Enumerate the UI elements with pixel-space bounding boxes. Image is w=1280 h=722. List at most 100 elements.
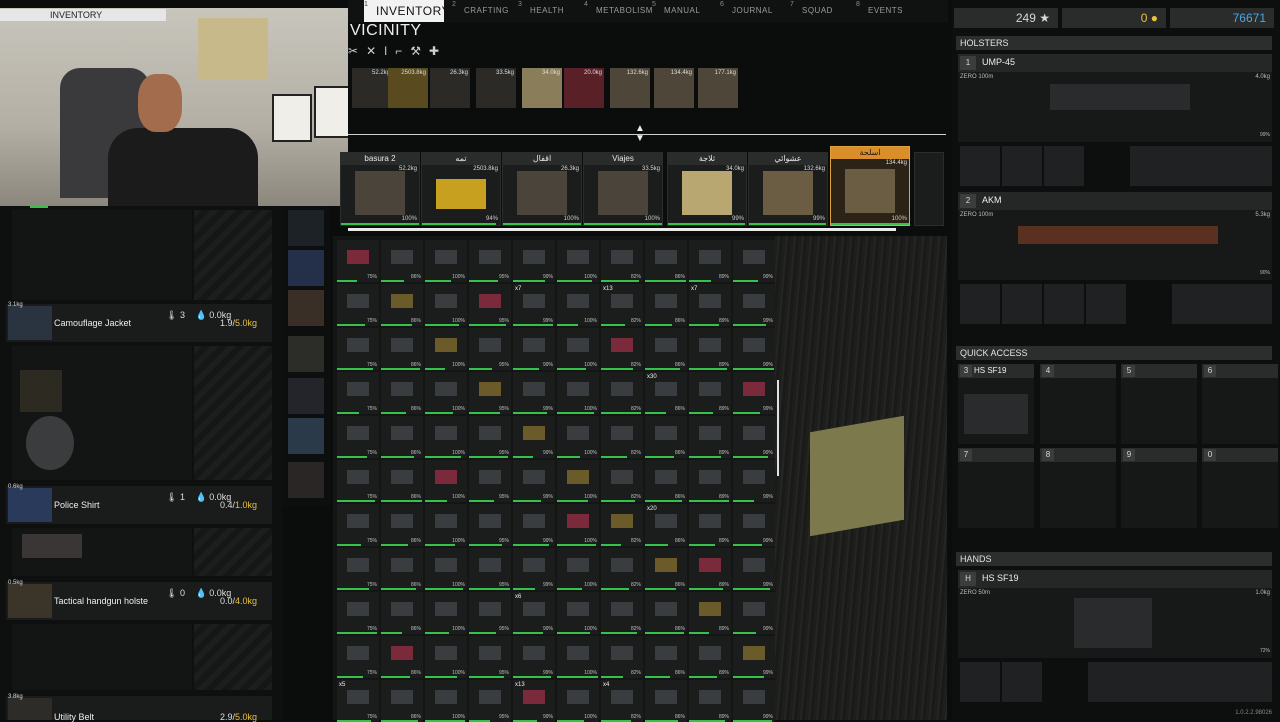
clothing-slot[interactable] [288, 210, 324, 246]
grid-item-slot[interactable]: 82% [601, 372, 643, 414]
holster-storage[interactable] [12, 624, 192, 690]
quick-access-slot-0[interactable]: 0 [1202, 448, 1278, 528]
grid-item-slot[interactable]: 100% [425, 284, 467, 326]
quick-access-slot-8[interactable]: 8 [1040, 448, 1116, 528]
clothing-slot[interactable] [288, 250, 324, 286]
vicinity-row-item[interactable]: 2503.8kg [388, 68, 428, 108]
grid-item-slot[interactable]: 95% [469, 636, 511, 678]
grid-item-slot[interactable]: 86% [645, 416, 687, 458]
grid-item-slot[interactable]: 100% [425, 504, 467, 546]
grid-item-slot[interactable]: 86% [381, 680, 423, 722]
grid-item-slot[interactable]: 82% [601, 636, 643, 678]
grid-item-slot[interactable]: 99% [733, 504, 775, 546]
grid-item-slot[interactable]: 89% [689, 416, 731, 458]
grid-item-slot[interactable]: 86% [645, 592, 687, 634]
attachment-red-dot[interactable] [1002, 146, 1042, 186]
grid-item-slot[interactable]: 82% [601, 240, 643, 282]
grid-item-slot[interactable]: 75% [337, 284, 379, 326]
clothing-slot[interactable] [288, 418, 324, 454]
quick-access-slot-9[interactable]: 9 [1121, 448, 1197, 528]
quick-access-slot-3[interactable]: 3 HS SF19 [958, 364, 1034, 444]
empty-slot[interactable] [194, 346, 272, 480]
grid-item-slot[interactable]: 82% [601, 504, 643, 546]
grid-item-slot[interactable]: 86% [381, 240, 423, 282]
attachment-scope[interactable] [1002, 284, 1042, 324]
empty-attachment-slot[interactable] [1088, 662, 1272, 702]
grid-item-slot[interactable]: 75% [337, 460, 379, 502]
grid-item-slot[interactable]: 86% [381, 636, 423, 678]
storage-area[interactable] [12, 210, 192, 300]
attachment-laser[interactable] [960, 662, 1000, 702]
grid-item-slot[interactable]: 75% [337, 548, 379, 590]
grid-item-slot[interactable]: 99% x7 [513, 284, 555, 326]
vicinity-row-item[interactable]: 20.0kg [564, 68, 604, 108]
grid-item-slot[interactable]: 99% [733, 548, 775, 590]
grid-item-slot[interactable]: 100% [557, 460, 599, 502]
grid-item-slot[interactable]: 86% x20 [645, 504, 687, 546]
grid-item-slot[interactable]: 75% [337, 328, 379, 370]
grid-item-slot[interactable]: 100% [425, 416, 467, 458]
attachment-drum-magazine[interactable] [1086, 284, 1126, 324]
attachment-magazine[interactable] [1044, 146, 1084, 186]
grid-item-slot[interactable]: 86% [645, 240, 687, 282]
grid-item-slot[interactable]: 86% [645, 548, 687, 590]
grid-item-slot[interactable]: 100% [557, 284, 599, 326]
grid-item-slot[interactable]: 86% [381, 328, 423, 370]
tab-squad[interactable]: 7 SQUAD [790, 0, 850, 22]
empty-attachment-slot[interactable] [1172, 284, 1272, 324]
add-icon[interactable]: ✚ [429, 44, 447, 58]
grid-item-slot[interactable]: 100% [425, 636, 467, 678]
grid-item-slot[interactable]: 100% [425, 460, 467, 502]
grid-item-slot[interactable]: 99% [733, 636, 775, 678]
grid-item-slot[interactable]: 95% [469, 592, 511, 634]
empty-slot[interactable] [194, 528, 272, 576]
grid-item-slot[interactable]: 89% [689, 680, 731, 722]
grid-item-slot[interactable]: 99% [733, 592, 775, 634]
cross-tools-icon[interactable]: ✕ [366, 44, 384, 58]
grid-item-slot[interactable]: 86% x30 [645, 372, 687, 414]
grid-item-slot[interactable]: 99% [513, 240, 555, 282]
grid-item-slot[interactable]: 99% [513, 548, 555, 590]
clothing-slot[interactable] [288, 378, 324, 414]
grid-item-slot[interactable]: 89% [689, 504, 731, 546]
grid-item-slot[interactable]: 86% [381, 416, 423, 458]
container-fridge[interactable]: ثلاجة 34.0kg 99% [667, 152, 747, 226]
grid-item-slot[interactable]: 99% x13 [513, 680, 555, 722]
grid-item-slot[interactable]: 86% [381, 592, 423, 634]
grid-item-slot[interactable]: 75% [337, 636, 379, 678]
tab-crafting[interactable]: 2 CRAFTING [452, 0, 512, 22]
scissors-icon[interactable]: ✂ [348, 44, 366, 58]
vicinity-row-item[interactable]: 34.0kg [522, 68, 562, 108]
container-vehicle[interactable]: تمه 2503.8kg 94% [421, 152, 501, 226]
pistol-icon[interactable]: ⌐ [395, 44, 410, 58]
grid-item-slot[interactable]: 100% [557, 504, 599, 546]
empty-slot[interactable] [194, 210, 272, 300]
grid-item-slot[interactable]: 86% [381, 284, 423, 326]
grid-item-slot[interactable]: 100% [557, 372, 599, 414]
grid-item-slot[interactable]: 99% [733, 328, 775, 370]
grid-item-slot[interactable]: 89% [689, 592, 731, 634]
grid-item-slot[interactable]: 100% [557, 636, 599, 678]
grid-item-slot[interactable]: 99% [513, 636, 555, 678]
tab-journal[interactable]: 6 JOURNAL [720, 0, 780, 22]
gear-camouflage-jacket[interactable]: 3.1kg Camouflage Jacket 🌡 3 💧 0.0kg 1.9/… [6, 302, 272, 342]
grid-item-slot[interactable]: 86% [645, 460, 687, 502]
grid-item-slot[interactable]: 99% [733, 416, 775, 458]
grid-item-slot[interactable]: 86% [645, 284, 687, 326]
empty-attachment-slot[interactable] [1130, 146, 1272, 186]
grid-item-slot[interactable]: 95% [469, 460, 511, 502]
vicinity-scrollbar[interactable] [348, 228, 896, 231]
grid-item-slot[interactable]: 75% [337, 592, 379, 634]
wrench-icon[interactable]: ⚒ [410, 44, 429, 58]
grid-item-slot[interactable]: 82% [601, 460, 643, 502]
gear-police-shirt[interactable]: 0.6kg Police Shirt 🌡 1 💧 0.0kg 0.4/1.0kg [6, 484, 272, 524]
clothing-slot[interactable] [288, 336, 324, 372]
tab-manual[interactable]: 5 MANUAL [652, 0, 712, 22]
quick-access-slot-6[interactable]: 6 [1202, 364, 1278, 444]
grid-item-slot[interactable]: 95% [469, 372, 511, 414]
grid-item-slot[interactable]: 99% x6 [513, 592, 555, 634]
quick-access-slot-4[interactable]: 4 [1040, 364, 1116, 444]
quick-access-slot-5[interactable]: 5 [1121, 364, 1197, 444]
grid-item-slot[interactable]: 86% [381, 504, 423, 546]
grid-item-slot[interactable]: 99% [513, 328, 555, 370]
